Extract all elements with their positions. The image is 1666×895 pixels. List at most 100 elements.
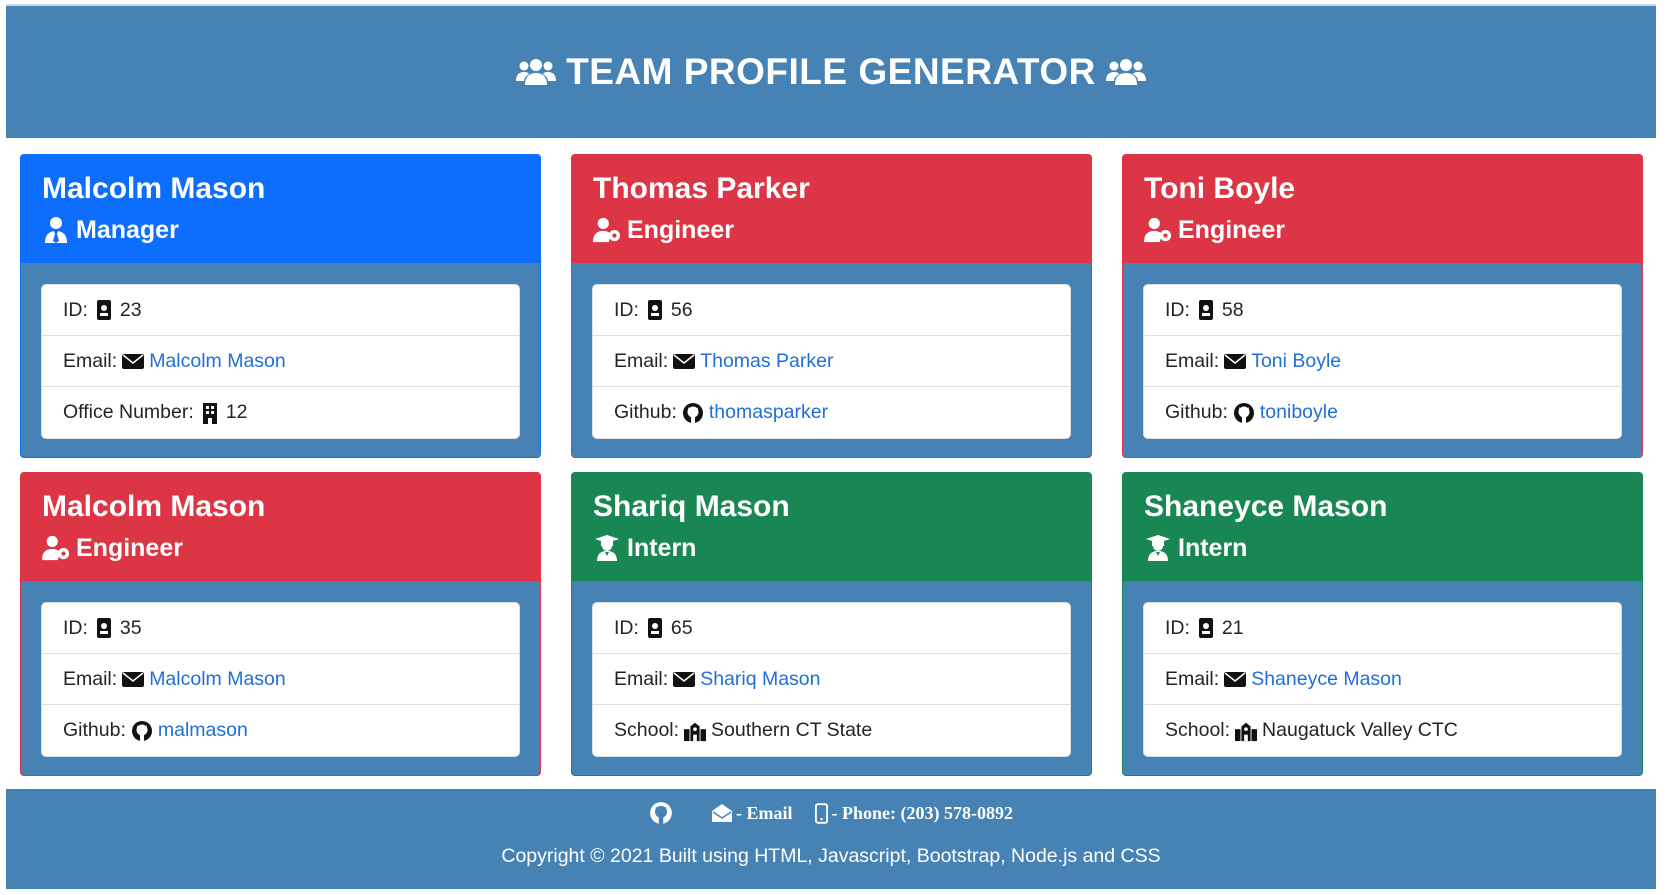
employee-name: Malcolm Mason — [42, 172, 266, 205]
email-row: Email: Thomas Parker — [593, 336, 1070, 387]
details-list: ID: 58 Email: Toni Boyle Github: toniboy… — [1143, 284, 1622, 439]
github-row: Github: toniboyle — [1144, 387, 1621, 438]
employee-card: Shaneyce Mason Intern ID: 21 Email: Shan… — [1122, 472, 1643, 776]
envelope-icon — [1224, 354, 1247, 369]
id-label: ID: — [1165, 298, 1190, 321]
office-label: Office Number: — [63, 401, 194, 423]
user-gear-icon — [593, 217, 621, 243]
github-link[interactable]: thomasparker — [709, 401, 828, 424]
github-row: Github: malmason — [42, 705, 519, 756]
email-label: Email: — [1165, 667, 1220, 690]
github-icon — [682, 402, 703, 423]
email-link[interactable]: Malcolm Mason — [149, 350, 286, 373]
id-row: ID: 35 — [42, 603, 519, 654]
card-header: Shaneyce Mason Intern — [1123, 473, 1642, 581]
envelope-icon — [122, 672, 145, 687]
employee-name: Shaneyce Mason — [1144, 490, 1388, 523]
role-label: Intern — [627, 534, 697, 562]
footer-email-link[interactable]: - Email — [711, 803, 793, 824]
email-label: Email: — [63, 349, 118, 372]
role-label: Engineer — [76, 534, 183, 562]
github-icon — [131, 720, 152, 741]
school-value: Naugatuck Valley CTC — [1262, 719, 1458, 741]
id-row: ID: 58 — [1144, 285, 1621, 336]
users-icon — [516, 59, 557, 85]
github-label: Github: — [1165, 401, 1228, 423]
team-grid: Malcolm Mason Manager ID: 23 Email: Malc… — [20, 154, 1643, 776]
envelope-icon — [1224, 672, 1247, 687]
email-link[interactable]: Thomas Parker — [700, 350, 833, 373]
id-value: 23 — [119, 298, 142, 321]
employee-card: Malcolm Mason Manager ID: 23 Email: Malc… — [20, 154, 541, 458]
footer-links: - Email - Phone: (203) 578-0892 — [6, 801, 1656, 825]
school-icon — [684, 722, 707, 741]
id-value: 35 — [119, 616, 142, 639]
office-row: Office Number: 12 — [42, 387, 519, 438]
card-header: Malcolm Mason Manager — [21, 155, 540, 263]
id-label: ID: — [614, 616, 639, 639]
id-value: 21 — [1221, 616, 1244, 639]
details-list: ID: 23 Email: Malcolm Mason Office Numbe… — [41, 284, 520, 439]
email-link[interactable]: Toni Boyle — [1251, 350, 1341, 373]
footer-phone-label: - Phone: (203) 578-0892 — [831, 802, 1013, 823]
school-label: School: — [614, 719, 680, 741]
github-link[interactable]: malmason — [158, 719, 248, 742]
id-badge-icon — [96, 618, 111, 638]
id-label: ID: — [63, 298, 88, 321]
user-tie-icon — [45, 217, 67, 243]
school-value: Southern CT State — [711, 719, 873, 741]
details-list: ID: 35 Email: Malcolm Mason Github: malm… — [41, 602, 520, 757]
id-badge-icon — [1198, 300, 1213, 320]
github-icon[interactable] — [649, 801, 673, 825]
id-badge-icon — [647, 618, 662, 638]
email-row: Email: Shaneyce Mason — [1144, 654, 1621, 705]
id-badge-icon — [647, 300, 662, 320]
email-row: Email: Malcolm Mason — [42, 654, 519, 705]
school-row: School: Naugatuck Valley CTC — [1144, 705, 1621, 756]
email-link[interactable]: Shaneyce Mason — [1251, 668, 1402, 691]
employee-card: Thomas Parker Engineer ID: 56 Email: Tho… — [571, 154, 1092, 458]
github-label: Github: — [63, 719, 126, 741]
role-label: Manager — [76, 216, 179, 244]
github-row: Github: thomasparker — [593, 387, 1070, 438]
role-label: Engineer — [1178, 216, 1285, 244]
page-title-text: TEAM PROFILE GENERATOR — [566, 51, 1096, 92]
user-gear-icon — [42, 535, 70, 561]
id-badge-icon — [1198, 618, 1213, 638]
id-value: 65 — [670, 616, 693, 639]
employee-name: Toni Boyle — [1144, 172, 1296, 205]
card-header: Malcolm Mason Engineer — [21, 473, 540, 581]
users-icon — [1105, 59, 1146, 85]
details-list: ID: 56 Email: Thomas Parker Github: thom… — [592, 284, 1071, 439]
email-label: Email: — [1165, 349, 1220, 372]
employee-name: Shariq Mason — [593, 490, 790, 523]
user-graduate-icon — [1146, 535, 1170, 561]
role-label: Engineer — [627, 216, 734, 244]
copyright-text: Copyright © 2021 Built using HTML, Javas… — [501, 845, 1161, 867]
page-title: TEAM PROFILE GENERATOR — [516, 51, 1146, 93]
envelope-icon — [673, 672, 696, 687]
github-label: Github: — [614, 401, 677, 423]
envelope-icon — [673, 354, 696, 369]
employee-name: Thomas Parker — [593, 172, 810, 205]
id-row: ID: 23 — [42, 285, 519, 336]
email-link[interactable]: Malcolm Mason — [149, 668, 286, 691]
user-gear-icon — [1144, 217, 1172, 243]
email-row: Email: Malcolm Mason — [42, 336, 519, 387]
page-footer: - Email - Phone: (203) 578-0892 Copyrigh… — [6, 789, 1656, 889]
school-icon — [1235, 722, 1258, 741]
page-header: TEAM PROFILE GENERATOR — [6, 4, 1656, 138]
id-row: ID: 56 — [593, 285, 1070, 336]
employee-card: Malcolm Mason Engineer ID: 35 Email: Mal… — [20, 472, 541, 776]
employee-role: Intern — [593, 533, 1070, 563]
user-graduate-icon — [595, 535, 619, 561]
email-link[interactable]: Shariq Mason — [700, 668, 820, 691]
employee-role: Manager — [42, 215, 519, 245]
employee-name: Malcolm Mason — [42, 490, 266, 523]
building-icon — [202, 402, 217, 424]
id-row: ID: 65 — [593, 603, 1070, 654]
github-link[interactable]: toniboyle — [1260, 401, 1338, 424]
github-icon — [1233, 402, 1254, 423]
employee-role: Engineer — [593, 215, 1070, 245]
school-label: School: — [1165, 719, 1231, 741]
